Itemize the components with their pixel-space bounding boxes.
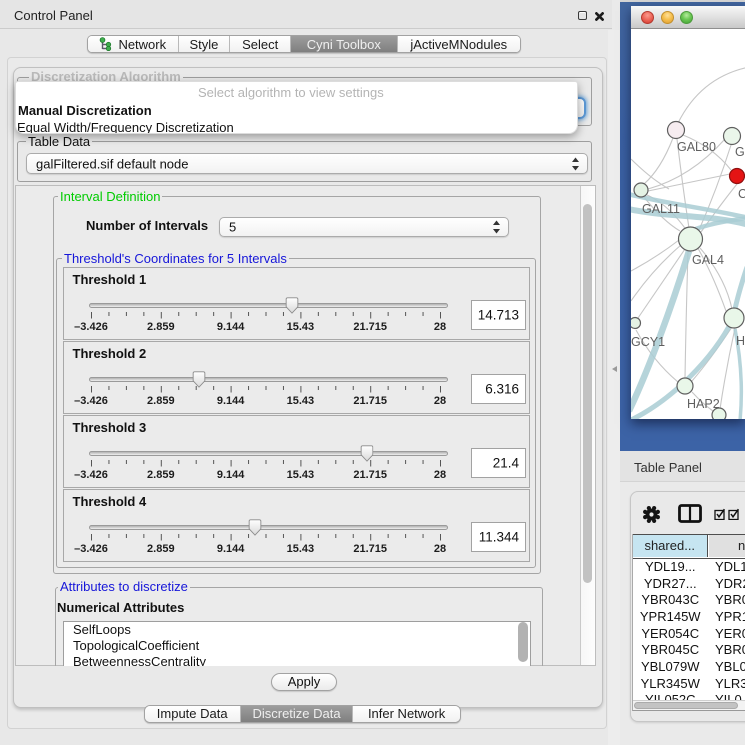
- svg-text:GAL80: GAL80: [677, 140, 716, 154]
- svg-text:GAL11: GAL11: [642, 202, 680, 216]
- svg-text:GCY1: GCY1: [631, 335, 665, 349]
- svg-text:G: G: [735, 145, 745, 159]
- svg-text:HAP2: HAP2: [687, 397, 720, 411]
- svg-text:GAL4: GAL4: [692, 253, 724, 267]
- svg-text:H: H: [736, 334, 745, 348]
- svg-text:C: C: [738, 187, 745, 201]
